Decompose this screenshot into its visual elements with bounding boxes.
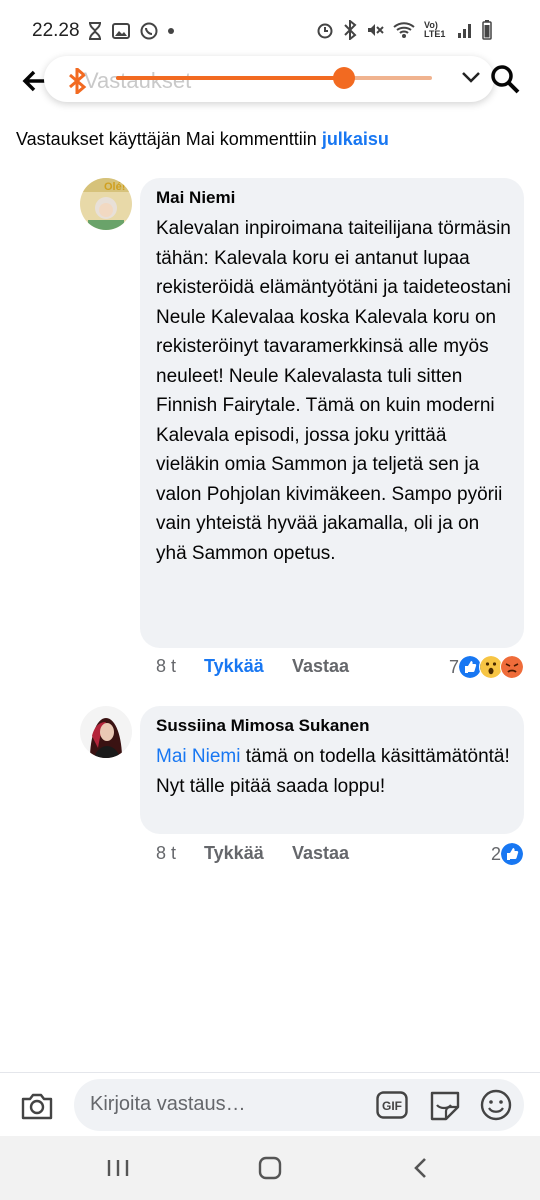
- bluetooth-status-icon: [344, 20, 357, 40]
- recent-apps-icon[interactable]: [106, 1158, 130, 1178]
- whatsapp-icon: [140, 22, 158, 40]
- comment-actions: 8 t Tykkää Vastaa: [156, 656, 349, 677]
- comment-text: Mai Niemi tämä on todella käsittämätöntä…: [156, 742, 512, 801]
- camera-icon[interactable]: [20, 1091, 54, 1121]
- avatar[interactable]: [80, 706, 132, 758]
- home-icon[interactable]: [258, 1156, 282, 1180]
- search-icon[interactable]: [490, 64, 520, 94]
- volume-slider-fill: [116, 76, 344, 80]
- reactions-summary[interactable]: 2: [491, 842, 524, 866]
- comment-text: Kalevalan inpiroimana taiteilijana törmä…: [156, 218, 511, 564]
- status-left-icons: [88, 22, 174, 40]
- lte-label: Vo) LTE1: [424, 20, 446, 39]
- comment-author[interactable]: Sussiina Mimosa Sukanen: [156, 716, 370, 736]
- mute-icon: [368, 24, 384, 36]
- comment-time[interactable]: 8 t: [156, 656, 204, 677]
- angry-reaction-icon: [500, 655, 524, 679]
- gallery-icon: [112, 23, 130, 39]
- search-field-text[interactable]: Vastaukset: [84, 68, 191, 94]
- comment-bubble: Sussiina Mimosa Sukanen Mai Niemi tämä o…: [140, 706, 524, 834]
- wifi-icon: [393, 22, 415, 38]
- emoji-icon[interactable]: [480, 1089, 512, 1121]
- dot-icon: [168, 28, 174, 34]
- avatar-image: [80, 706, 132, 758]
- reply-input[interactable]: Kirjoita vastaus… GIF: [74, 1079, 524, 1131]
- comment-time[interactable]: 8 t: [156, 843, 204, 864]
- reactions-summary[interactable]: 7: [449, 655, 524, 679]
- sticker-icon[interactable]: [428, 1089, 462, 1121]
- volume-slider-thumb[interactable]: [333, 67, 355, 89]
- post-link[interactable]: julkaisu: [322, 129, 389, 149]
- reply-button[interactable]: Vastaa: [292, 843, 349, 864]
- status-bar: 22.28 Vo) LTE1: [0, 0, 540, 64]
- gif-icon[interactable]: GIF: [376, 1091, 408, 1119]
- system-nav-bar: [0, 1136, 540, 1200]
- comment-author[interactable]: Mai Niemi: [156, 188, 235, 208]
- signal-icon: [458, 24, 471, 38]
- comment-bubble: Mai Niemi Kalevalan inpiroimana taiteili…: [140, 178, 524, 648]
- nav-back-icon[interactable]: [410, 1156, 432, 1180]
- status-time: 22.28: [32, 20, 80, 41]
- alarm-icon: [317, 23, 333, 39]
- comment-actions: 8 t Tykkää Vastaa: [156, 843, 349, 864]
- mention-link[interactable]: Mai Niemi: [156, 746, 240, 767]
- svg-text:Olé!: Olé!: [104, 181, 125, 193]
- gif-label: GIF: [382, 1099, 402, 1113]
- reply-input-placeholder: Kirjoita vastaus…: [90, 1093, 246, 1115]
- hourglass-icon: [89, 22, 101, 40]
- avatar-image: Olé!: [80, 178, 132, 230]
- like-button[interactable]: Tykkää: [204, 843, 292, 864]
- top-bar: Vastaukset: [0, 56, 540, 112]
- replies-header-text: Vastaukset käyttäjän Mai kommenttiin: [16, 129, 322, 149]
- avatar[interactable]: Olé!: [80, 178, 132, 230]
- reply-composer: Kirjoita vastaus… GIF: [0, 1072, 540, 1137]
- like-reaction-icon: [500, 842, 524, 866]
- chevron-down-icon[interactable]: [460, 66, 482, 88]
- status-right-icons: Vo) LTE1: [316, 20, 492, 40]
- battery-icon: [482, 20, 492, 40]
- replies-header: Vastaukset käyttäjän Mai kommenttiin jul…: [16, 129, 389, 150]
- reply-button[interactable]: Vastaa: [292, 656, 349, 677]
- like-button[interactable]: Tykkää: [204, 656, 292, 677]
